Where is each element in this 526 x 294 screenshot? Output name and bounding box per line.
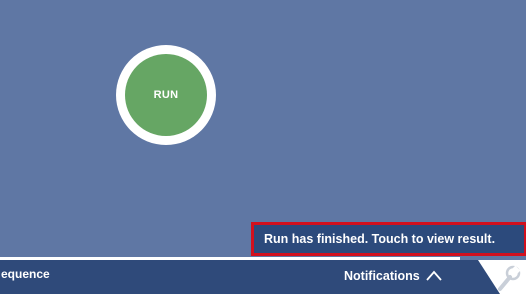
bottom-bar: [0, 260, 526, 294]
notifications-label: Notifications: [344, 269, 420, 283]
run-button[interactable]: RUN: [116, 45, 216, 145]
chevron-up-icon: [426, 270, 442, 281]
run-finished-notification[interactable]: Run has finished. Touch to view result.: [251, 222, 526, 256]
notifications-toggle[interactable]: Notifications: [344, 264, 442, 288]
settings-button[interactable]: [478, 256, 526, 294]
tab-sequence[interactable]: equence: [0, 263, 50, 285]
notification-text: Run has finished. Touch to view result.: [264, 232, 496, 246]
run-button-label: RUN: [125, 54, 207, 136]
main-screen: RUN Run has finished. Touch to view resu…: [0, 0, 526, 294]
